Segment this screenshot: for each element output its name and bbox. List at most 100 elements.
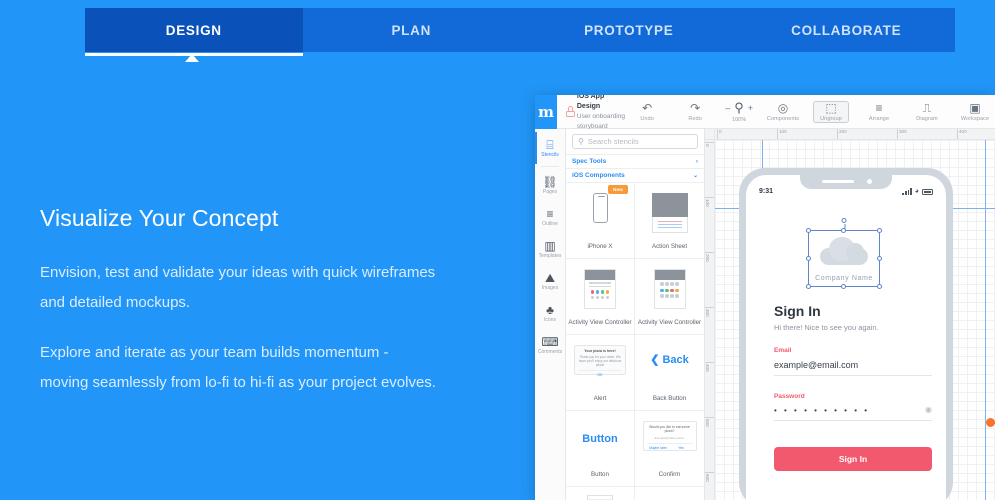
- alert-thumbnail-icon: Your pizza is here! Thank you for your o…: [574, 345, 626, 377]
- rotate-handle[interactable]: [841, 218, 847, 232]
- pages-icon: ⛓: [542, 174, 558, 189]
- stencil-item[interactable]: New iPhone X: [566, 183, 635, 259]
- signin-heading: Sign In: [774, 303, 821, 319]
- design-canvas[interactable]: 9:31 ◕ Company Name Sign In Hi there! Ni…: [715, 140, 995, 500]
- document-meta: iOS App Design User onboarding storyboar…: [566, 95, 629, 132]
- stencil-item[interactable]: Would you like to eat some pizza? Everyb…: [635, 411, 704, 487]
- section-tab-bar: DESIGN PLAN PROTOTYPE COLLABORATE: [85, 8, 956, 56]
- stencil-item[interactable]: Activity View Controller: [635, 259, 704, 335]
- ruler-v-tick: 100: [705, 197, 714, 207]
- confirm-title: Would you like to eat some pizza?: [649, 425, 690, 434]
- stencil-item[interactable]: Your pizza is here! Thank you for your o…: [566, 335, 635, 411]
- zoom-level-label: 100%: [732, 117, 747, 123]
- templates-icon: ▥: [544, 238, 556, 253]
- rail-item-icons[interactable]: ♣ Icons: [535, 297, 565, 329]
- ungroup-icon: ⬚: [825, 100, 837, 115]
- resize-handle-n[interactable]: [841, 228, 846, 233]
- arrange-icon: ≡: [875, 100, 883, 115]
- arrange-button[interactable]: ≡ Arrange: [861, 100, 897, 122]
- signal-icon: [902, 188, 912, 195]
- tab-prototype[interactable]: PROTOTYPE: [520, 8, 738, 52]
- ruler-v-tick: 300: [705, 307, 714, 317]
- table-view-thumbnail-icon: [587, 495, 613, 500]
- status-time: 9:31: [759, 187, 774, 195]
- status-bar: 9:31 ◕: [746, 185, 946, 197]
- app-logo[interactable]: m: [535, 95, 558, 129]
- components-icon: ◎: [777, 100, 789, 115]
- cloud-logo-icon: [820, 237, 868, 265]
- tab-plan[interactable]: PLAN: [303, 8, 521, 52]
- rail-item-outline[interactable]: ≡ Outline: [535, 201, 565, 233]
- resize-handle-s[interactable]: [841, 284, 846, 289]
- phone-mockup[interactable]: 9:31 ◕ Company Name Sign In Hi there! Ni…: [739, 168, 953, 500]
- undo-icon: ↶: [642, 100, 653, 115]
- stencil-caption: Action Sheet: [651, 243, 688, 250]
- toolbar-actions: ↶ Undo ↷ Redo – ⚲ + 100% ◎ Components ⬚: [629, 100, 995, 123]
- redo-button[interactable]: ↷ Redo: [677, 101, 713, 122]
- stencil-item[interactable]: Select Select All Paste: [635, 487, 704, 500]
- stencil-caption: Button: [591, 471, 609, 478]
- signin-button[interactable]: Sign In: [774, 447, 932, 471]
- resize-handle-sw[interactable]: [806, 284, 811, 289]
- ruler-horizontal[interactable]: 0 100 200 300 400: [715, 129, 995, 140]
- search-input[interactable]: ⚲ Search stencils: [572, 134, 698, 149]
- resize-handle-ne[interactable]: [877, 228, 882, 233]
- rail-item-stencils[interactable]: ⌸ Stencils: [535, 132, 565, 164]
- workspace-button[interactable]: ▣ Workspace: [957, 101, 993, 122]
- components-button[interactable]: ◎ Components: [765, 100, 801, 122]
- zoom-out-button[interactable]: –: [725, 103, 730, 113]
- zoom-in-button[interactable]: +: [748, 103, 753, 113]
- email-label: Email: [774, 347, 792, 354]
- rail-item-templates[interactable]: ▥ Templates: [535, 233, 565, 265]
- company-name-text: Company Name: [815, 275, 873, 282]
- rail-item-images[interactable]: ⛰ Images: [535, 265, 565, 297]
- rail-item-comments[interactable]: ⌨ Comments: [535, 329, 565, 361]
- resize-handle-e[interactable]: [877, 255, 882, 261]
- section-ios-components[interactable]: iOS Components ⌄: [566, 168, 704, 182]
- alert-title: Your pizza is here!: [584, 349, 616, 353]
- rail-label-templates: Templates: [538, 252, 562, 259]
- selection-box[interactable]: Company Name: [806, 218, 882, 289]
- zoom-control[interactable]: – ⚲ + 100%: [725, 100, 753, 123]
- rail-item-pages[interactable]: ⛓ Pages: [535, 169, 565, 201]
- undo-button[interactable]: ↶ Undo: [629, 100, 665, 122]
- ruler-h-tick: 300: [897, 129, 907, 139]
- stencils-panel: ⚲ Search stencils Spec Tools ‹ iOS Compo…: [566, 129, 705, 500]
- tab-collaborate[interactable]: COLLABORATE: [738, 8, 956, 52]
- diagram-button[interactable]: ⎍ Diagram: [909, 101, 945, 122]
- resize-handle-w[interactable]: [806, 255, 811, 261]
- activity-view-controller-thumbnail-icon: [653, 269, 686, 309]
- resize-handle-nw[interactable]: [806, 228, 811, 233]
- back-button-thumbnail-icon: ❮ Back: [650, 354, 689, 366]
- ruler-v-tick: 0: [705, 142, 714, 147]
- undo-label: Undo: [640, 115, 654, 122]
- ruler-vertical[interactable]: 0 100 200 300 400 500 600: [705, 140, 715, 500]
- field-underline: [774, 375, 932, 376]
- tab-plan-label: PLAN: [391, 22, 432, 38]
- email-field[interactable]: Email example@email.com: [774, 347, 932, 376]
- ungroup-button[interactable]: ⬚ Ungroup: [813, 100, 849, 123]
- tab-collaborate-label: COLLABORATE: [791, 22, 902, 38]
- stencil-item[interactable]: [566, 487, 635, 500]
- stencil-caption: Back Button: [652, 395, 687, 402]
- eye-icon[interactable]: ◉: [925, 405, 932, 414]
- stencil-item[interactable]: Action Sheet: [635, 183, 704, 259]
- chevron-left-icon: ‹: [696, 158, 698, 165]
- stencil-caption: Confirm: [658, 471, 681, 478]
- confirm-no: Maybe later: [649, 445, 667, 450]
- stencil-item[interactable]: ❮ Back Back Button: [635, 335, 704, 411]
- guide-line-vertical: [985, 140, 986, 500]
- resize-handle-se[interactable]: [877, 284, 882, 289]
- section-spec-tools[interactable]: Spec Tools ‹: [566, 154, 704, 168]
- stencil-item[interactable]: Activity View Controller: [566, 259, 635, 335]
- lock-icon[interactable]: [566, 106, 576, 117]
- signin-subheading: Hi there! Nice to see you again.: [774, 323, 879, 332]
- search-placeholder: Search stencils: [587, 137, 639, 146]
- tab-design[interactable]: DESIGN: [85, 8, 303, 56]
- stencil-item[interactable]: Button Button: [566, 411, 635, 487]
- ruler-v-tick: 500: [705, 417, 714, 427]
- components-label: Components: [766, 115, 800, 122]
- chevron-down-icon: ⌄: [692, 173, 698, 179]
- field-underline: [774, 420, 932, 421]
- password-field[interactable]: Password • • • • • • • • • • ◉: [774, 393, 932, 421]
